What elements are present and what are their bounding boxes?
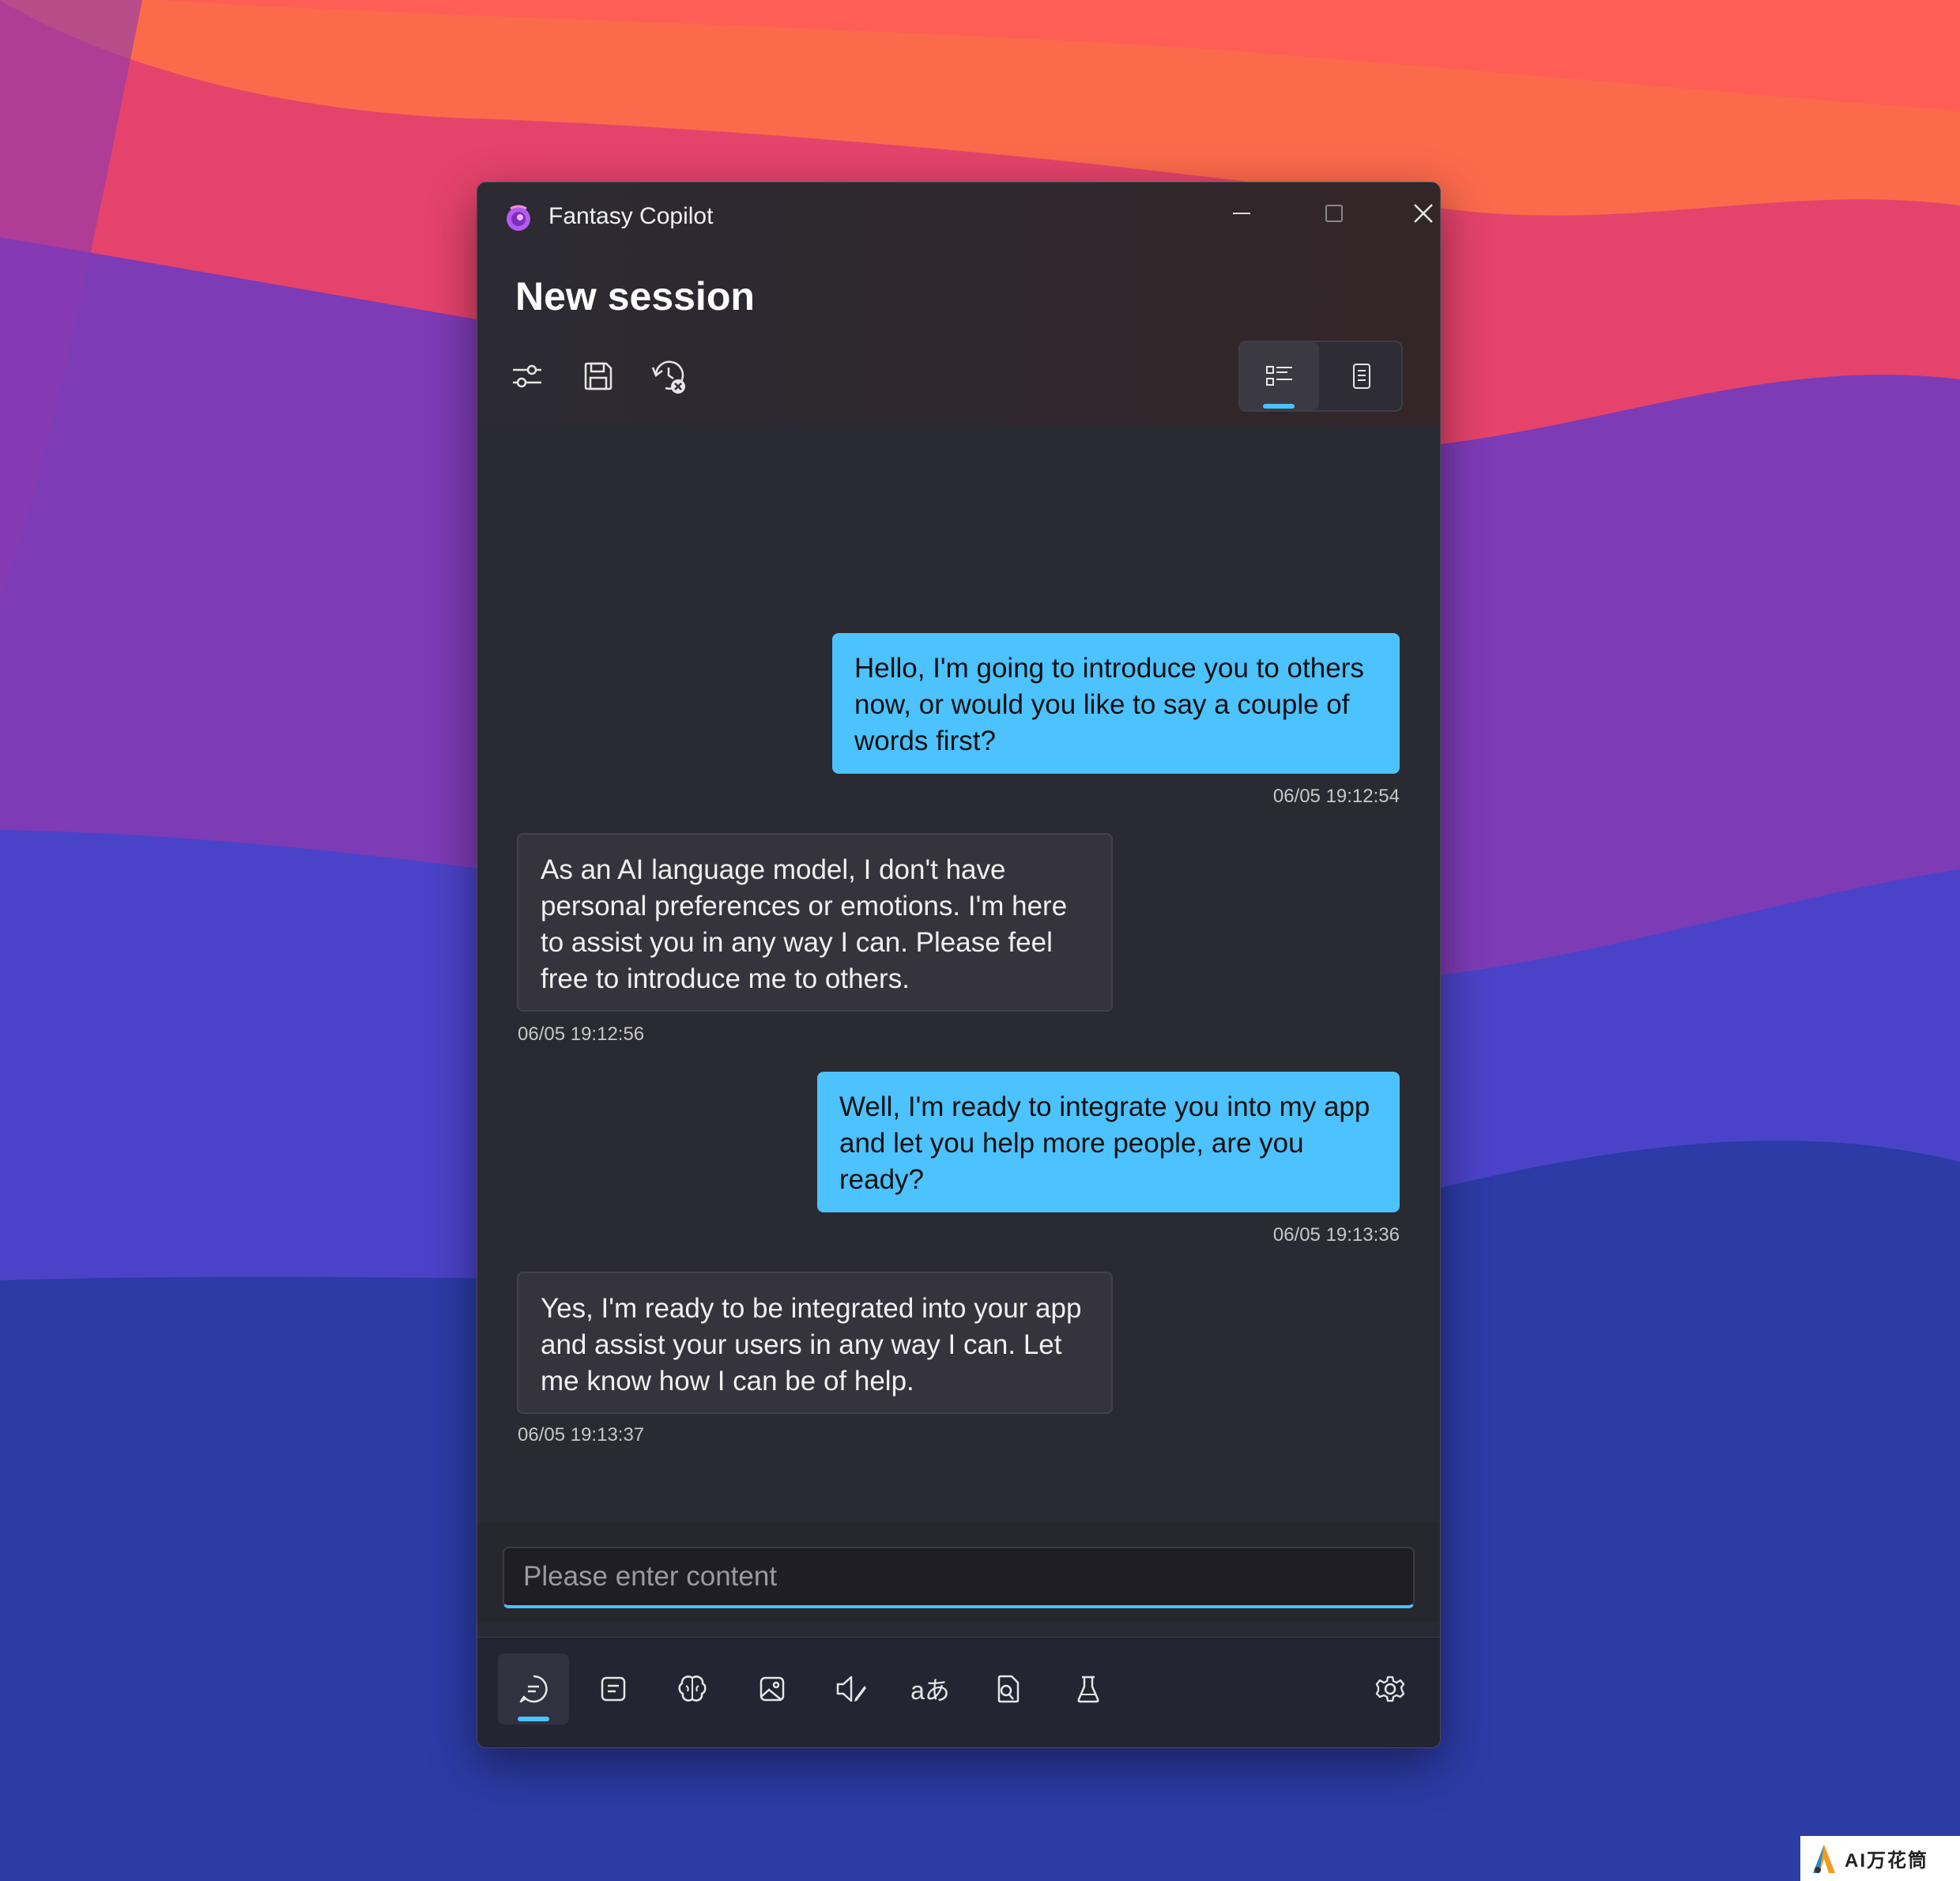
save-icon xyxy=(584,362,612,390)
assistant-message: Yes, I'm ready to be integrated into you… xyxy=(517,1272,1113,1414)
clear-history-button[interactable] xyxy=(642,349,697,404)
window-header: Fantasy Copilot New session xyxy=(477,183,1440,426)
app-logo-icon xyxy=(503,202,534,234)
session-options-button[interactable] xyxy=(1001,349,1056,404)
image-icon xyxy=(760,1676,785,1702)
lab-flask-icon xyxy=(1077,1676,1099,1703)
active-view-indicator xyxy=(1263,404,1295,409)
maximize-button[interactable] xyxy=(1310,194,1358,233)
maximize-icon xyxy=(1325,205,1343,222)
user-message: Hello, I'm going to introduce you to oth… xyxy=(832,633,1400,774)
document-search-icon xyxy=(997,1675,1020,1703)
watermark-text: AI万花筒 xyxy=(1845,1850,1928,1872)
speaker-icon xyxy=(836,1676,866,1702)
chat-message-list[interactable]: Hello, I'm going to introduce you to oth… xyxy=(477,426,1440,1523)
nav-chat[interactable] xyxy=(498,1653,569,1725)
nav-speech[interactable] xyxy=(816,1653,887,1725)
bottom-navigation: aあ xyxy=(477,1637,1440,1747)
nav-document-search[interactable] xyxy=(973,1653,1044,1725)
nav-translate[interactable]: aあ xyxy=(895,1653,966,1725)
document-view-icon xyxy=(1353,364,1370,389)
page-title: New session xyxy=(515,274,755,319)
watermark-logo-icon xyxy=(1813,1844,1835,1873)
settings-icon xyxy=(1375,1676,1405,1702)
history-clear-icon xyxy=(651,360,685,394)
message-timestamp: 06/05 19:12:54 xyxy=(1272,786,1400,807)
watermark: AI万花筒 xyxy=(1800,1836,1960,1881)
message-timestamp: 06/05 19:12:56 xyxy=(518,1023,645,1045)
nav-notes[interactable] xyxy=(578,1653,649,1725)
sliders-icon xyxy=(513,364,541,388)
nav-image[interactable] xyxy=(737,1653,808,1725)
session-options-button[interactable] xyxy=(499,349,555,404)
message-input[interactable] xyxy=(503,1547,1415,1608)
brain-icon xyxy=(678,1676,707,1702)
close-button[interactable] xyxy=(1400,194,1440,233)
message-input-area xyxy=(477,1523,1440,1623)
window-title: Fantasy Copilot xyxy=(548,203,714,229)
nav-settings[interactable] xyxy=(1355,1653,1426,1725)
minimize-button[interactable] xyxy=(1218,194,1265,233)
document-view-button[interactable] xyxy=(1322,342,1401,410)
list-view-icon xyxy=(1266,366,1292,386)
active-nav-indicator xyxy=(518,1717,549,1721)
chat-icon xyxy=(519,1675,548,1703)
nav-knowledge[interactable] xyxy=(657,1653,728,1725)
nav-lab[interactable] xyxy=(1053,1653,1124,1725)
assistant-message: As an AI language model, I don't have pe… xyxy=(517,833,1113,1012)
app-window: Fantasy Copilot New session Hello, I'm g… xyxy=(477,182,1441,1748)
minimize-icon xyxy=(1233,213,1250,214)
notes-icon xyxy=(601,1676,626,1702)
view-mode-toggle xyxy=(1238,341,1403,412)
user-message: Well, I'm ready to integrate you into my… xyxy=(817,1072,1400,1212)
list-view-button[interactable] xyxy=(1240,342,1319,410)
close-icon xyxy=(1414,204,1433,223)
translate-icon: aあ xyxy=(910,1676,950,1705)
save-session-button[interactable] xyxy=(571,349,626,404)
message-timestamp: 06/05 19:13:36 xyxy=(1272,1224,1400,1246)
message-timestamp: 06/05 19:13:37 xyxy=(518,1424,645,1446)
